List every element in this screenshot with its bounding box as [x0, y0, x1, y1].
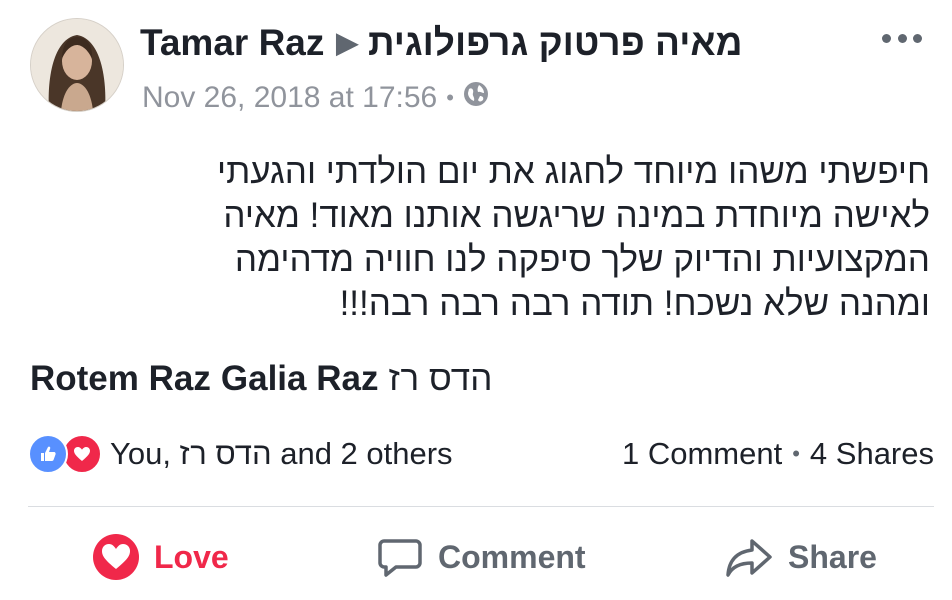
more-options-icon[interactable] [882, 28, 922, 48]
globe-icon[interactable] [463, 78, 489, 118]
tagged-people: Rotem Raz Galia Raz הדס רז [30, 352, 502, 406]
reactions-text[interactable]: You, הדס רז and 2 others [110, 436, 453, 472]
post-header: Tamar Raz ▶ מאיה פרטוק גרפולוגית [140, 18, 743, 68]
action-bar: Love Comment Share [0, 522, 952, 592]
post-meta: Nov 26, 2018 at 17:56 • [142, 78, 489, 118]
post-text-line: חיפשתי משהו מיוחד לחגוג את יום הולדתי וה… [217, 152, 930, 191]
love-label: Love [154, 538, 229, 575]
engagement-counts: 1 Comment • 4 Shares [622, 432, 934, 476]
reactions-summary[interactable]: You, הדס רז and 2 others [28, 432, 453, 476]
post-body: חיפשתי משהו מיוחד לחגוג את יום הולדתי וה… [30, 150, 930, 326]
author-name[interactable]: Tamar Raz [140, 18, 324, 68]
post-timestamp[interactable]: Nov 26, 2018 at 17:56 [142, 78, 437, 118]
comment-button[interactable]: Comment [376, 522, 586, 592]
tag-rotem-raz[interactable]: Rotem Raz [30, 352, 211, 406]
divider [28, 506, 934, 507]
meta-separator: • [446, 85, 454, 110]
reaction-icons [28, 434, 102, 474]
love-icon [62, 434, 102, 474]
share-label: Share [788, 538, 877, 575]
profile-photo [31, 19, 123, 111]
tag-galia-raz[interactable]: Galia Raz [221, 352, 379, 406]
arrow-right-icon: ▶ [336, 27, 358, 58]
post-text-line: לאישה מיוחדת במינה שריגשה אותנו מאוד! מא… [223, 196, 930, 235]
share-icon [726, 539, 772, 577]
post-text-line: המקצועיות והדיוק שלך סיפקה לנו חוויה מדה… [234, 240, 930, 279]
love-icon [93, 534, 139, 580]
comment-count[interactable]: 1 Comment [622, 436, 782, 472]
share-button[interactable]: Share [724, 522, 877, 592]
comment-icon [378, 539, 422, 577]
tag-hadas-raz[interactable]: הדס רז [388, 352, 492, 406]
avatar[interactable] [30, 18, 124, 112]
love-button[interactable]: Love [92, 522, 229, 592]
share-count[interactable]: 4 Shares [810, 436, 934, 472]
comment-label: Comment [438, 538, 586, 575]
target-page-name[interactable]: מאיה פרטוק גרפולוגית [368, 18, 743, 68]
post-text-line: ומהנה שלא נשכח! תודה רבה רבה רבה!!! [339, 284, 930, 323]
like-icon [28, 434, 68, 474]
counts-separator: • [792, 441, 800, 466]
